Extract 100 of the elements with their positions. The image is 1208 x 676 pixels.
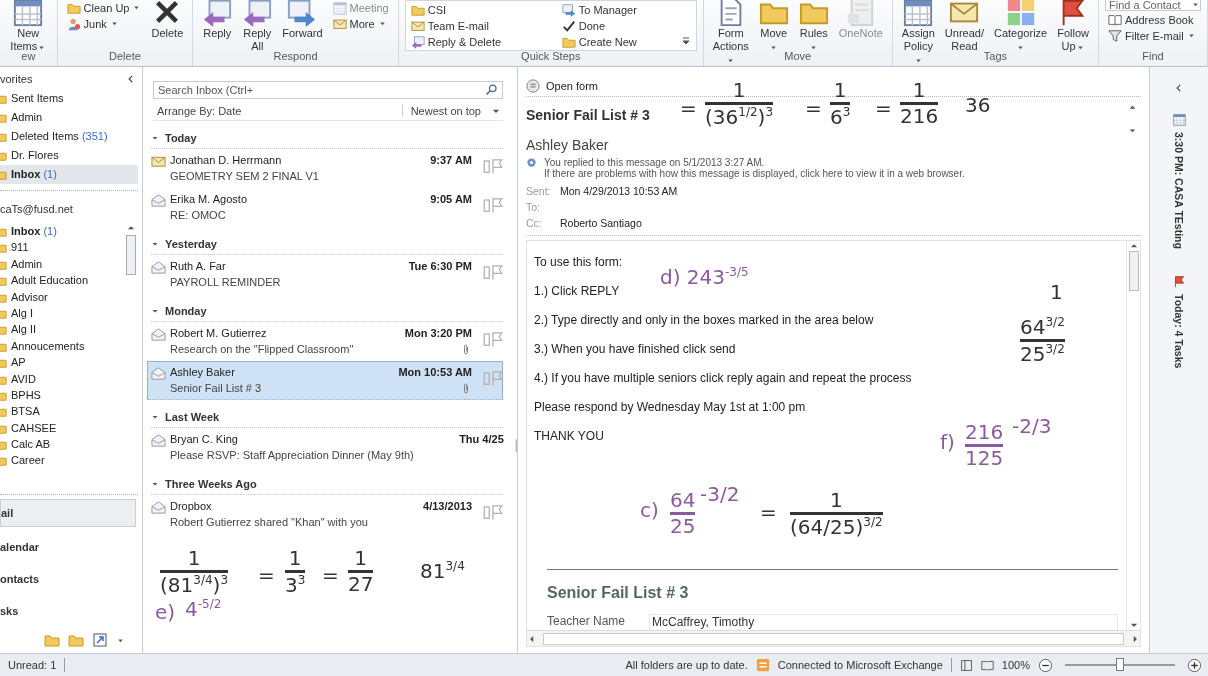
ribbon-button[interactable]: Unread/ Read (941, 0, 987, 53)
handwritten-note: 3$^{3}$ (285, 574, 306, 596)
ribbon-button[interactable]: Address Book (1105, 12, 1201, 27)
group-header[interactable]: Yesterday (165, 237, 217, 250)
ribbon-button[interactable]: New Items (6, 0, 51, 53)
chevron-left-icon (126, 73, 136, 84)
ribbon-button[interactable]: More (329, 16, 392, 31)
message-item[interactable]: Jonathan D. Herrmann 9:37 AM GEOMETRY SEM 2 FINAL V1 (147, 148, 503, 188)
handwritten-note: 4$^{-5/2}$ (185, 598, 222, 620)
folder-item[interactable]: Admin (0, 107, 138, 127)
zoom-slider-thumb[interactable] (1116, 658, 1124, 672)
ribbon-button[interactable]: Delete (148, 0, 187, 40)
ribbon-button[interactable]: Move (755, 0, 792, 53)
minus-icon (1038, 657, 1053, 673)
appointment-text[interactable]: 3:30 PM: CASA TEsting (1173, 131, 1185, 249)
folder-item[interactable]: 911 (0, 239, 116, 256)
open-envelope-icon (151, 432, 166, 448)
ribbon-button[interactable]: Rules (795, 0, 832, 53)
quick-step[interactable]: Done (558, 18, 679, 33)
calendar-icon (332, 0, 347, 15)
folder-item[interactable]: Annoucements (0, 337, 116, 354)
handwritten-note: 1 (1050, 282, 1063, 303)
folder-item[interactable]: Deleted Items (351) (0, 126, 138, 146)
plus-icon (1187, 657, 1202, 673)
ribbon-button[interactable]: Follow Up (1054, 0, 1092, 53)
group-header[interactable]: Three Weeks Ago (165, 477, 257, 490)
forward-arrow-icon (287, 0, 318, 27)
folder-item[interactable]: Advisor (0, 288, 116, 305)
caret-icon (377, 19, 387, 28)
message-subject: Senior Fail List # 3 (526, 106, 650, 123)
module-button[interactable]: sks (0, 595, 136, 628)
ribbon-button[interactable]: Reply (199, 0, 236, 40)
envelope-arrow-icon (242, 0, 273, 27)
quick-step[interactable]: CSI (407, 2, 558, 17)
caret-icon (132, 3, 142, 12)
scrollbar-thumb[interactable] (1128, 250, 1139, 291)
handwritten-note: = (258, 565, 275, 586)
quick-step[interactable]: Team E-mail (407, 18, 558, 33)
folder-item[interactable]: AVID (0, 370, 116, 387)
folder-item[interactable]: Career (0, 452, 116, 469)
message-item[interactable]: Robert M. Gutierrez Mon 3:20 PM Research on the "Flipped Classroom" (147, 321, 503, 361)
message-item[interactable]: Ashley Baker Mon 10:53 AM Senior Fail List # 3 (147, 360, 503, 400)
group-header[interactable]: Last Week (165, 410, 220, 423)
folder-item[interactable]: BTSA (0, 403, 116, 420)
handwritten-note: -2/3 (1012, 416, 1052, 437)
check-icon (561, 18, 576, 33)
quick-step[interactable]: Reply & Delete (407, 34, 558, 49)
arrange-by-label[interactable]: Arrange By: Date (157, 105, 242, 118)
message-item[interactable]: Ruth A. Far Tue 6:30 PM PAYROLL REMINDER (147, 254, 503, 294)
handwritten-note: 125 (965, 448, 1004, 469)
tasks-text[interactable]: Today: 4 Tasks (1173, 293, 1185, 368)
folder-item[interactable]: Dr. Flores (0, 145, 138, 165)
folder-item[interactable]: Inbox (1) (0, 164, 138, 184)
search-field[interactable]: Find a Contact (1105, 0, 1201, 11)
scrollbar-thumb[interactable] (543, 632, 1124, 645)
normal-view-icon (959, 658, 973, 672)
group-header[interactable]: Monday (165, 304, 207, 317)
grid-icon (1005, 0, 1036, 27)
handwritten-note: 1 (829, 490, 843, 511)
quick-step[interactable]: To Manager (558, 2, 679, 17)
quick-step[interactable]: Create New (558, 34, 679, 49)
reading-view-icon (980, 658, 994, 672)
folder-item[interactable]: BPHS (0, 386, 116, 404)
ribbon-button[interactable]: Forward (279, 0, 326, 40)
ribbon-button[interactable]: Assign Policy (898, 0, 938, 66)
ribbon-button[interactable]: Categorize (991, 0, 1051, 53)
module-button[interactable]: alendar (0, 531, 136, 564)
folder-icon (44, 632, 60, 649)
folder-item[interactable]: Alg I (0, 304, 116, 322)
handwritten-note: = (322, 565, 339, 586)
search-field[interactable]: Search Inbox (Ctrl+ (153, 80, 503, 99)
open-form-button[interactable]: Open form (546, 80, 598, 93)
group-header[interactable]: Today (165, 131, 197, 144)
module-button[interactable]: ontacts (0, 563, 136, 596)
handwritten-note: 27 (348, 574, 374, 595)
ribbon-button[interactable]: Reply All (239, 0, 276, 53)
folder-item[interactable]: Admin (0, 255, 116, 272)
sync-status: All folders are up to date. (625, 659, 748, 672)
chevron-left-icon (1174, 82, 1184, 93)
ribbon-button[interactable]: Clean Up (63, 0, 145, 15)
field-label: To: (526, 200, 541, 213)
message-item[interactable]: Erika M. Agosto 9:05 AM RE: OMOC (147, 187, 503, 227)
folder-item[interactable]: CAHSEE (0, 419, 116, 436)
folder-item[interactable]: Sent Items (0, 88, 138, 108)
message-item[interactable]: Dropbox 4/13/2013 Robert Gutierrez shared "Khan" with you (147, 494, 503, 534)
form-field-label: Teacher Name (547, 614, 627, 629)
folder-item[interactable]: Alg II (0, 321, 116, 338)
folder-item[interactable]: Inbox (1) (0, 222, 116, 240)
sort-order-label[interactable]: Newest on top (410, 105, 481, 118)
ribbon-button[interactable]: Filter E-mail (1105, 28, 1201, 43)
folder-item[interactable]: Calc AB (0, 435, 116, 453)
envelope-arrow-icon (410, 34, 425, 49)
ribbon-button[interactable]: Form Actions (709, 0, 752, 66)
folder-item[interactable]: AP (0, 353, 116, 371)
ribbon-button[interactable]: Junk (63, 16, 145, 31)
message-item[interactable]: Bryan C. King Thu 4/25 Please RSVP: Staff Appreciation Dinner (May 9th) (147, 427, 503, 467)
unread-count: Unread: 1 (8, 659, 57, 672)
folder-item[interactable]: Adult Education (0, 272, 116, 289)
scrollbar-thumb[interactable] (126, 234, 136, 275)
module-button[interactable]: ail (0, 499, 136, 528)
